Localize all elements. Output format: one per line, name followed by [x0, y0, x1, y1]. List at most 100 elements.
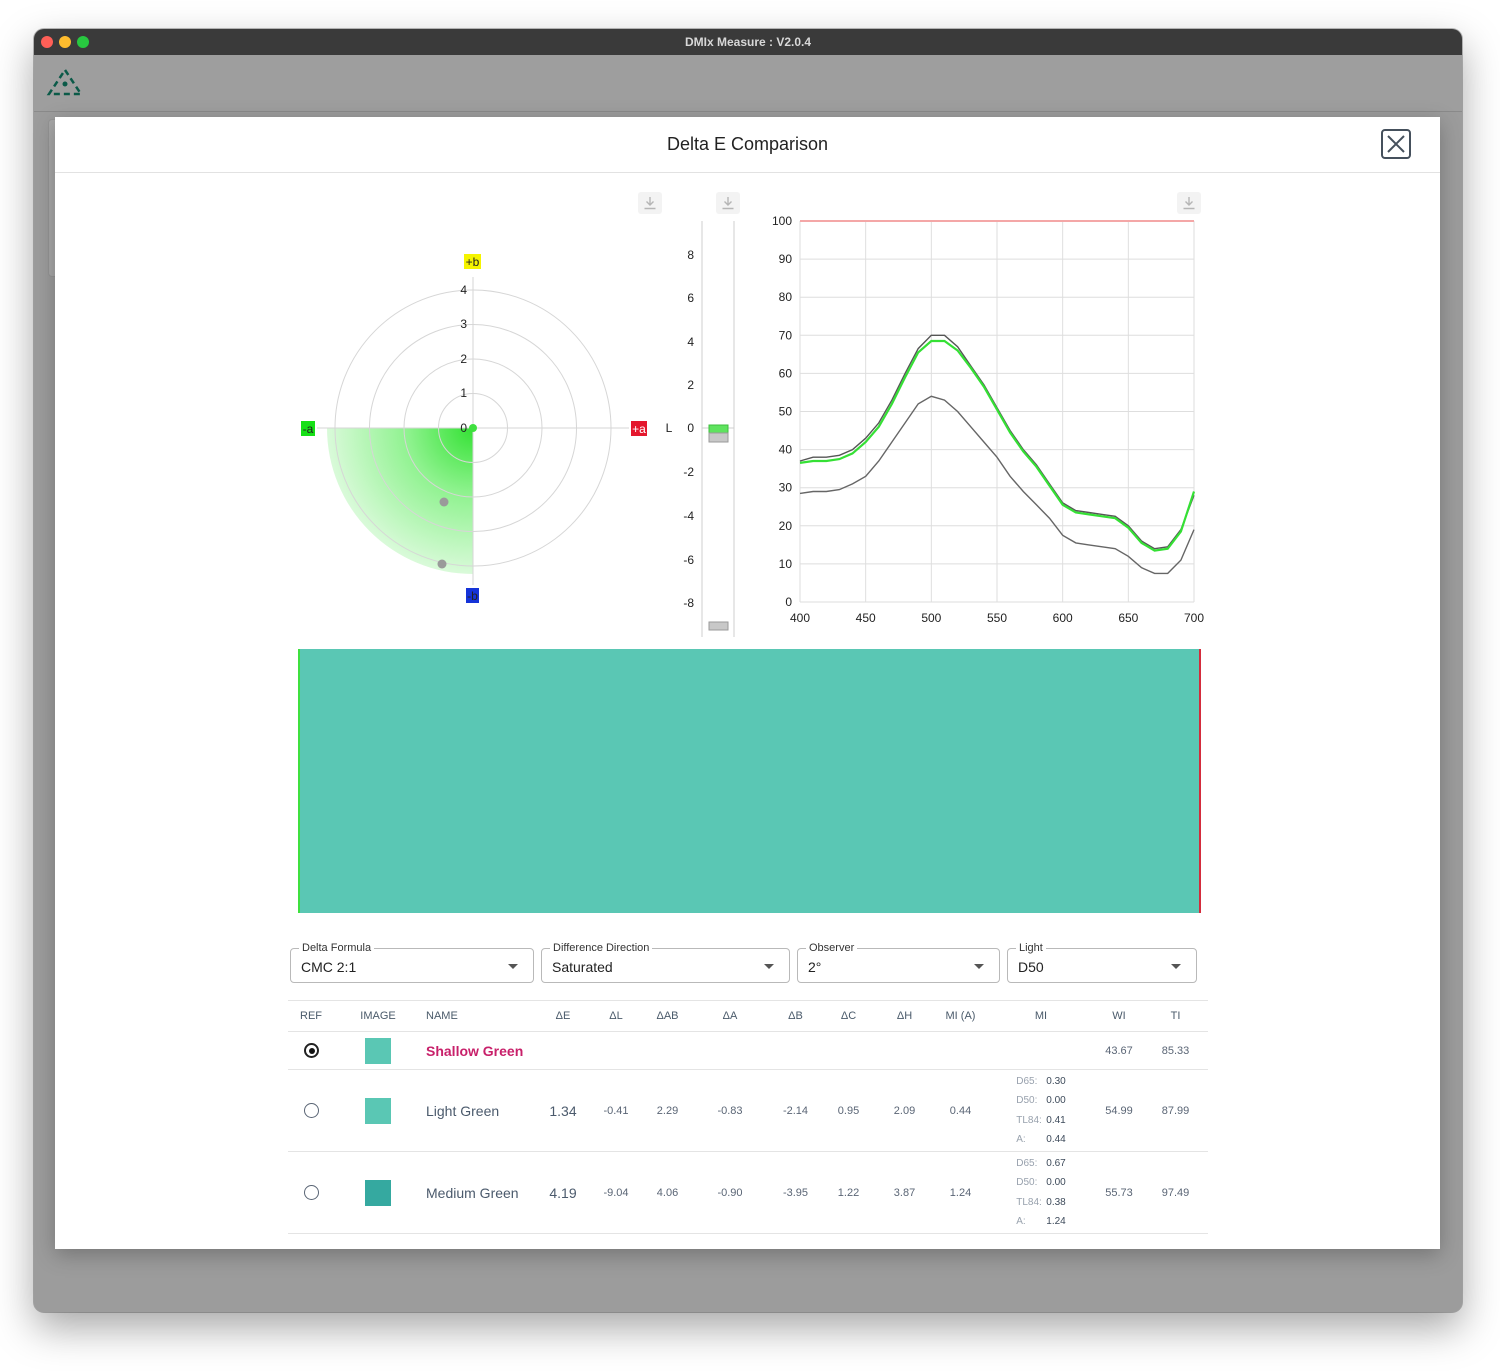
difference-direction-value: Saturated	[552, 959, 613, 975]
sample-name: Shallow Green	[422, 1031, 538, 1070]
close-window-button[interactable]	[41, 36, 53, 48]
x-tick-label: 550	[987, 611, 1007, 625]
table-row-reference[interactable]: Shallow Green 43.67 85.33	[288, 1031, 1208, 1070]
column-header: ΔB	[769, 1000, 822, 1032]
y-tick-label: 80	[779, 290, 793, 304]
zoom-window-button[interactable]	[77, 36, 89, 48]
wi-value: 43.67	[1095, 1031, 1143, 1070]
mi-value: 0.38	[1046, 1196, 1066, 1208]
pos-b-label: +b	[466, 255, 480, 269]
light-select[interactable]: Light D50	[1007, 941, 1197, 983]
column-header: ΔH	[875, 1000, 934, 1032]
chevron-down-icon	[974, 964, 984, 969]
lightness-tick: -8	[683, 596, 694, 610]
wi-value: 54.99	[1095, 1069, 1143, 1152]
sample-point	[439, 497, 449, 507]
lightness-tick: 6	[687, 291, 694, 305]
lightness-tick: -2	[683, 465, 694, 479]
mi-key: TL84:	[1016, 1114, 1042, 1126]
comparison-table: REF IMAGE NAME ΔE ΔL ΔAB ΔA ΔB ΔC ΔH MI …	[288, 1000, 1208, 1234]
delta-c-value: 1.22	[822, 1151, 875, 1234]
delta-c-value: 0.95	[822, 1069, 875, 1152]
column-header: MI (A)	[934, 1000, 987, 1032]
mi-a-value: 1.24	[934, 1151, 987, 1234]
delta-a-value: -0.90	[691, 1151, 769, 1234]
ti-value: 97.49	[1143, 1151, 1208, 1234]
column-header: WI	[1095, 1000, 1143, 1032]
delta-ab-value: 2.29	[644, 1069, 691, 1152]
sample-l-marker	[708, 432, 729, 443]
delta-formula-select[interactable]: Delta Formula CMC 2:1	[290, 941, 534, 983]
ring-label: 4	[460, 283, 467, 297]
delta-e-comparison-dialog: Delta E Comparison 0 1 2 3 4 +b -b -a +a…	[55, 117, 1440, 1249]
y-tick-label: 30	[779, 481, 793, 495]
mi-value: 1.24	[1046, 1216, 1066, 1227]
y-tick-label: 40	[779, 443, 793, 457]
light-value: D50	[1018, 959, 1044, 975]
delta-l-value: -0.41	[588, 1069, 644, 1152]
difference-direction-select[interactable]: Difference Direction Saturated	[541, 941, 790, 983]
sample-image-swatch	[365, 1037, 391, 1064]
mi-value: 0.00	[1046, 1095, 1066, 1106]
delta-h-value: 3.87	[875, 1151, 934, 1234]
y-tick-label: 50	[779, 405, 793, 419]
column-header: ΔA	[691, 1000, 769, 1032]
delta-formula-value: CMC 2:1	[301, 959, 357, 975]
y-tick-label: 70	[779, 328, 793, 342]
table-row[interactable]: Medium Green 4.19 -9.04 4.06 -0.90 -3.95…	[288, 1151, 1208, 1234]
reference-radio[interactable]	[303, 1043, 319, 1058]
ring-label: 0	[460, 421, 467, 435]
mi-key: A:	[1016, 1134, 1026, 1145]
y-tick-label: 20	[779, 519, 793, 533]
reference-l-marker	[708, 424, 729, 434]
x-tick-label: 450	[856, 611, 876, 625]
title-bar: DMIx Measure : V2.0.4	[34, 29, 1462, 55]
delta-ab-value: 4.06	[644, 1151, 691, 1234]
spectral-chart: 0 10 20 30 40 50 60 70 80 90 100 400 450 500 550 600 650…	[772, 214, 1204, 625]
mi-value: 0.00	[1046, 1177, 1066, 1188]
column-header: MI	[987, 1000, 1095, 1032]
table-row[interactable]: Light Green 1.34 -0.41 2.29 -0.83 -2.14 …	[288, 1069, 1208, 1152]
app-toolbar	[34, 55, 1462, 112]
app-logo-icon[interactable]	[46, 67, 84, 97]
pos-a-label: +a	[632, 422, 646, 436]
reference-radio[interactable]	[303, 1185, 319, 1200]
column-header: TI	[1143, 1000, 1208, 1032]
y-tick-label: 10	[779, 557, 793, 571]
mi-value: 0.44	[1046, 1134, 1066, 1145]
ring-label: 2	[460, 352, 467, 366]
mi-value: 0.30	[1046, 1075, 1066, 1087]
column-header: NAME	[422, 1000, 538, 1032]
y-tick-label: 0	[785, 595, 792, 609]
minimize-window-button[interactable]	[59, 36, 71, 48]
mi-key: TL84:	[1016, 1196, 1042, 1208]
mi-a-value: 0.44	[934, 1069, 987, 1152]
delta-b-value: -2.14	[769, 1069, 822, 1152]
ring-label: 1	[460, 386, 467, 400]
lightness-axis-label: L	[666, 421, 673, 435]
mi-breakdown: D65: 0.67 D50: 0.00 TL84: 0.38 A: 1.24	[1016, 1154, 1065, 1232]
column-header: ΔL	[588, 1000, 644, 1032]
difference-direction-label: Difference Direction	[550, 941, 653, 955]
reference-radio[interactable]	[303, 1103, 319, 1118]
sample-name: Light Green	[422, 1069, 538, 1152]
column-header: ΔE	[538, 1000, 588, 1032]
x-tick-label: 400	[790, 611, 810, 625]
neg-b-label: -b	[467, 589, 478, 603]
color-comparison-swatch	[298, 649, 1201, 913]
reference-point	[469, 424, 477, 432]
observer-select[interactable]: Observer 2°	[797, 941, 1000, 983]
delta-l-value: -9.04	[588, 1151, 644, 1234]
mi-key: D65:	[1016, 1075, 1038, 1087]
mi-value: 0.41	[1046, 1114, 1066, 1126]
lightness-tick: -6	[683, 553, 694, 567]
lightness-tick: 8	[687, 248, 694, 262]
y-tick-label: 60	[779, 366, 793, 380]
delta-h-value: 2.09	[875, 1069, 934, 1152]
mi-key: D50:	[1016, 1095, 1038, 1106]
column-header: IMAGE	[334, 1000, 422, 1032]
mi-key: D65:	[1016, 1157, 1038, 1169]
delta-a-value: -0.83	[691, 1069, 769, 1152]
lightness-tick: 2	[687, 378, 694, 392]
neg-a-label: -a	[303, 422, 314, 436]
